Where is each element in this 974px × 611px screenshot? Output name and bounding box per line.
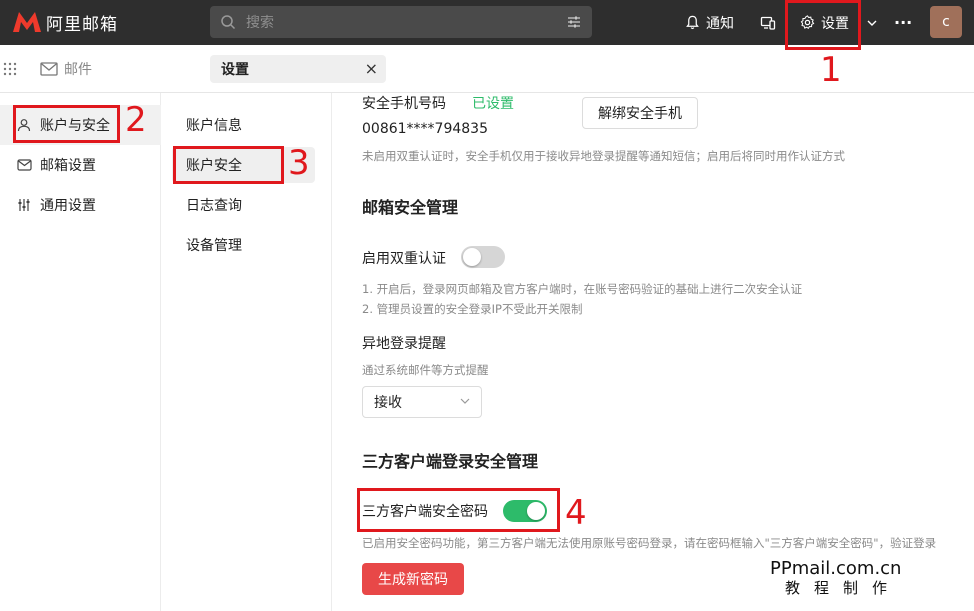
bell-icon bbox=[686, 15, 699, 30]
mail-icon bbox=[40, 62, 58, 76]
logo-text: 阿里邮箱 bbox=[46, 14, 118, 35]
remote-login-label: 异地登录提醒 bbox=[362, 336, 446, 352]
chevron-down-icon bbox=[867, 20, 877, 26]
security-settings-panel: 安全手机号码 已设置 00861****794835 解绑安全手机 未启用双重认… bbox=[332, 93, 974, 611]
filter-icon[interactable] bbox=[566, 14, 582, 30]
sidebar-item-label: 通用设置 bbox=[40, 198, 96, 214]
settings-sidebar: 账户与安全 邮箱设置 通用设置 bbox=[0, 93, 161, 611]
remote-login-select[interactable]: 接收 bbox=[362, 386, 482, 418]
search-input[interactable]: 搜索 bbox=[246, 12, 274, 32]
remote-login-hint: 通过系统邮件等方式提醒 bbox=[362, 363, 489, 377]
mailbox-icon bbox=[17, 159, 32, 171]
close-icon[interactable]: × bbox=[365, 59, 378, 78]
phone-status: 已设置 bbox=[472, 96, 514, 112]
subnav-item-device-management[interactable]: 设备管理 bbox=[172, 227, 315, 263]
unbind-phone-button[interactable]: 解绑安全手机 bbox=[582, 97, 698, 129]
sidebar-item-general-settings[interactable]: 通用设置 bbox=[0, 185, 161, 225]
tab-mail[interactable]: 邮件 bbox=[40, 59, 92, 79]
notify-label: 通知 bbox=[706, 15, 734, 32]
avatar[interactable]: c bbox=[930, 6, 962, 38]
sidebar-item-label: 邮箱设置 bbox=[40, 158, 96, 174]
tab-mail-label: 邮件 bbox=[64, 62, 92, 78]
devices-button[interactable] bbox=[760, 0, 776, 45]
search-icon bbox=[221, 15, 236, 30]
annotation-number-3: 3 bbox=[288, 143, 310, 183]
two-factor-toggle[interactable] bbox=[461, 246, 505, 268]
devices-icon bbox=[760, 16, 776, 30]
annotation-box-1 bbox=[785, 0, 861, 50]
phone-label: 安全手机号码 bbox=[362, 96, 446, 112]
subnav-item-log-query[interactable]: 日志查询 bbox=[172, 187, 315, 223]
phone-number: 00861****794835 bbox=[362, 121, 488, 137]
tab-settings[interactable]: 设置 × bbox=[210, 55, 386, 83]
two-factor-note-1: 1. 开启后，登录网页邮箱及官方客户端时，在账号密码验证的基础上进行二次安全认证 bbox=[362, 282, 803, 296]
expand-button[interactable] bbox=[866, 0, 878, 45]
subnav-item-account-info[interactable]: 账户信息 bbox=[172, 107, 315, 143]
more-button[interactable]: ··· bbox=[894, 0, 912, 45]
sidebar-item-mailbox-settings[interactable]: 邮箱设置 bbox=[0, 145, 161, 185]
two-factor-note-2: 2. 管理员设置的安全登录IP不受此开关限制 bbox=[362, 302, 583, 316]
annotation-number-4: 4 bbox=[565, 493, 587, 533]
annotation-number-1: 1 bbox=[820, 50, 842, 90]
remote-login-value: 接收 bbox=[374, 395, 402, 411]
mailbox-security-title: 邮箱安全管理 bbox=[362, 198, 459, 217]
sliders-icon bbox=[18, 199, 30, 211]
watermark-caption: 教程制作 bbox=[785, 579, 902, 597]
annotation-number-2: 2 bbox=[125, 100, 147, 140]
apps-grid-icon[interactable] bbox=[3, 62, 17, 76]
generate-password-button[interactable]: 生成新密码 bbox=[362, 563, 464, 595]
watermark-domain: PPmail.com.cn bbox=[770, 558, 902, 579]
third-party-hint: 已启用安全密码功能，第三方客户端无法使用原账号密码登录，请在密码框输入"三方客户… bbox=[362, 536, 937, 550]
phone-hint: 未启用双重认证时，安全手机仅用于接收异地登录提醒等通知短信；启用后将同时用作认证… bbox=[362, 149, 845, 163]
logo-m-icon bbox=[13, 12, 41, 32]
two-factor-label: 启用双重认证 bbox=[362, 251, 446, 267]
annotation-box-4 bbox=[357, 488, 560, 532]
notify-button[interactable]: 通知 bbox=[685, 0, 734, 45]
chevron-down-icon bbox=[460, 398, 470, 404]
annotation-box-3 bbox=[173, 146, 284, 184]
search-box[interactable]: 搜索 bbox=[210, 6, 592, 38]
annotation-box-2 bbox=[13, 105, 120, 143]
app-logo[interactable]: 阿里邮箱 bbox=[12, 10, 118, 35]
third-party-title: 三方客户端登录安全管理 bbox=[362, 452, 539, 471]
tab-settings-label: 设置 bbox=[221, 62, 249, 78]
